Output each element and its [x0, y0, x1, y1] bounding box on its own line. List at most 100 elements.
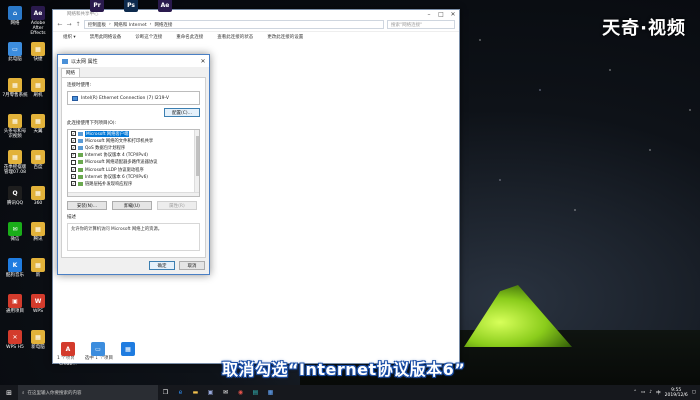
- address-bar[interactable]: 控制面板 › 网络和 Internet › 网络连接: [84, 20, 384, 29]
- desktop-icon-top-1[interactable]: Ps Ps: [118, 0, 144, 18]
- install-button[interactable]: 安装(N)...: [67, 201, 107, 210]
- dialog-titlebar: 以太网 属性 ✕: [58, 55, 209, 67]
- scroll-thumb[interactable]: [196, 136, 199, 176]
- command-item-4[interactable]: 查看此连接的状态: [217, 34, 253, 40]
- desktop-icon-top-2[interactable]: Ae Ae: [152, 0, 178, 18]
- component-row-3[interactable]: ✓ Internet 协议版本 4 (TCP/IPv4): [68, 152, 199, 159]
- component-checkbox-5[interactable]: ✓: [71, 167, 76, 173]
- desktop-icon-second-2[interactable]: ▦ 刷机: [25, 78, 51, 98]
- maximize-icon[interactable]: □: [435, 11, 447, 18]
- desktop-icon-second-0-icon: Ae: [31, 6, 45, 20]
- ok-button[interactable]: 确定: [149, 261, 175, 270]
- command-item-5[interactable]: 更改此连接的设置: [267, 34, 303, 40]
- taskbar-search-placeholder: 在这里输入你要搜索的内容: [27, 390, 82, 396]
- component-row-1[interactable]: ✓ Microsoft 网络的文件和打印机共享: [68, 137, 199, 144]
- desktop-icon-second-6-icon: ▦: [31, 222, 45, 236]
- component-label-5: Microsoft LLDP 协议驱动程序: [85, 167, 144, 173]
- component-checkbox-6[interactable]: ✓: [71, 174, 76, 180]
- component-checkbox-7[interactable]: ✓: [71, 181, 76, 187]
- component-checkbox-2[interactable]: ✓: [71, 145, 76, 151]
- command-item-1[interactable]: 禁用此网络设备: [90, 34, 122, 40]
- desktop-icon-top-1-label: Ps: [128, 13, 134, 18]
- component-checkbox-0[interactable]: ✓: [71, 131, 76, 137]
- volume-icon[interactable]: ♪: [649, 390, 652, 395]
- desktop-icon-second-9[interactable]: ▦ 新电脑: [25, 330, 51, 350]
- component-row-7[interactable]: ✓ 链路层拓扑发现响应程序: [68, 180, 199, 187]
- command-item-2[interactable]: 诊断这个连接: [135, 34, 162, 40]
- desktop-icon-second-4-label: 百度: [33, 165, 43, 170]
- description-box: 允许你的计算机访问 Microsoft 网络上的资源。: [67, 223, 200, 251]
- control-panel-icon[interactable]: ▦: [263, 385, 278, 400]
- up-arrow-icon[interactable]: ↑: [75, 21, 81, 28]
- desktop-icon-second-6[interactable]: ▦ 腾讯: [25, 222, 51, 242]
- desktop-icon-second-8[interactable]: W WPS: [25, 294, 51, 314]
- desktop-icon-second-4-icon: ▦: [31, 150, 45, 164]
- desktop-icon-second-5[interactable]: ▦ 360: [25, 186, 51, 206]
- command-item-0[interactable]: 组织 ▾: [63, 34, 76, 40]
- notification-icon[interactable]: ▢: [692, 390, 696, 395]
- ethernet-properties-dialog[interactable]: 以太网 属性 ✕ 网络 连接时使用: Intel(R) Ethernet Con…: [57, 54, 210, 275]
- taskbar-search-box[interactable]: ⌕ 在这里输入你要搜索的内容: [18, 385, 158, 400]
- back-arrow-icon[interactable]: ←: [57, 21, 63, 28]
- browser-icon[interactable]: e: [173, 385, 188, 400]
- desktop-icon-top-0[interactable]: Pr Pr: [84, 0, 110, 18]
- clock[interactable]: 9:55 2019/12/6: [665, 388, 688, 398]
- component-checkbox-4[interactable]: [71, 159, 76, 165]
- explorer-search-input[interactable]: 搜索"网络连接": [387, 20, 455, 29]
- component-label-2: QoS 数据包计划程序: [85, 145, 126, 151]
- desktop-icon-left-7-icon: K: [8, 258, 22, 272]
- component-row-4[interactable]: Microsoft 网络适配器多路传送器协议: [68, 159, 199, 166]
- desktop-icon-second-7-icon: ▦: [31, 258, 45, 272]
- chrome-icon[interactable]: ◉: [233, 385, 248, 400]
- component-row-5[interactable]: ✓ Microsoft LLDP 协议驱动程序: [68, 166, 199, 173]
- component-row-2[interactable]: ✓ QoS 数据包计划程序: [68, 144, 199, 151]
- list-horizontal-scrollbar[interactable]: [68, 192, 199, 196]
- list-vertical-scrollbar[interactable]: [194, 130, 199, 196]
- desktop-icon-bottom-0-label: Adobe Creati...: [59, 357, 77, 367]
- close-icon[interactable]: ✕: [447, 11, 459, 18]
- component-row-0[interactable]: ✓ Microsoft 网络客户端: [68, 130, 199, 137]
- desktop-icon-second-7[interactable]: ▦ 新: [25, 258, 51, 278]
- photos-icon[interactable]: ▤: [248, 385, 263, 400]
- properties-button[interactable]: 属性(R): [157, 201, 197, 210]
- desktop-icon-bottom-2[interactable]: ▦ 软件管理: [115, 342, 141, 362]
- desktop-icon-second-8-label: WPS: [32, 309, 44, 314]
- nic-icon: [72, 95, 78, 101]
- command-item-3[interactable]: 重命名此连接: [176, 34, 203, 40]
- desktop-icon-left-9-icon: ✕: [8, 330, 22, 344]
- brand-watermark: 天奇·视频: [602, 18, 686, 39]
- crumb-network-connections[interactable]: 网络连接: [154, 22, 172, 28]
- desktop-icon-bottom-0[interactable]: A Adobe Creati...: [55, 342, 81, 367]
- windows-start-icon[interactable]: ⊞: [0, 385, 18, 400]
- component-label-6: Internet 协议版本 6 (TCP/IPv6): [85, 174, 148, 180]
- configure-button[interactable]: 配置(C)...: [164, 108, 200, 117]
- desktop-icon-bottom-1[interactable]: ▭ 电脑: [85, 342, 111, 362]
- task-view-icon[interactable]: ❐: [158, 385, 173, 400]
- component-checkbox-3[interactable]: ✓: [71, 152, 76, 158]
- component-row-6[interactable]: ✓ Internet 协议版本 6 (TCP/IPv6): [68, 173, 199, 180]
- file-explorer-icon[interactable]: ▬: [188, 385, 203, 400]
- cancel-button[interactable]: 取消: [179, 261, 205, 270]
- desktop-icon-second-0[interactable]: Ae Adobe After Effects: [25, 6, 51, 36]
- network-icon[interactable]: ▭: [641, 390, 645, 395]
- uninstall-button[interactable]: 卸载(U): [112, 201, 152, 210]
- store-icon[interactable]: ▣: [203, 385, 218, 400]
- mail-icon[interactable]: ✉: [218, 385, 233, 400]
- desktop-icon-second-4[interactable]: ▦ 百度: [25, 150, 51, 170]
- desktop-icon-second-3[interactable]: ▦ 天翼: [25, 114, 51, 134]
- minimize-icon[interactable]: –: [423, 11, 435, 18]
- forward-arrow-icon[interactable]: →: [66, 21, 72, 28]
- desktop-icon-second-1[interactable]: ▦ 快捷: [25, 42, 51, 62]
- dialog-close-icon[interactable]: ✕: [197, 58, 209, 65]
- ime-icon[interactable]: 中: [656, 390, 661, 396]
- component-checkbox-1[interactable]: ✓: [71, 138, 76, 144]
- tab-network[interactable]: 网络: [61, 68, 80, 77]
- components-list[interactable]: ✓ Microsoft 网络客户端 ✓ Microsoft 网络的文件和打印机共享 ✓ Q…: [67, 129, 200, 197]
- crumb-control-panel[interactable]: 控制面板: [88, 22, 106, 28]
- desktop-icon-left-4-icon: ▦: [8, 150, 22, 164]
- component-type-icon: [78, 131, 83, 136]
- video-subtitle: 取消勾选“Internet协议版本6”: [222, 360, 466, 379]
- desktop-icon-top-0-icon: Pr: [90, 0, 104, 12]
- chevron-up-icon[interactable]: ⌃: [633, 390, 637, 395]
- crumb-network-internet[interactable]: 网络和 Internet: [114, 22, 147, 28]
